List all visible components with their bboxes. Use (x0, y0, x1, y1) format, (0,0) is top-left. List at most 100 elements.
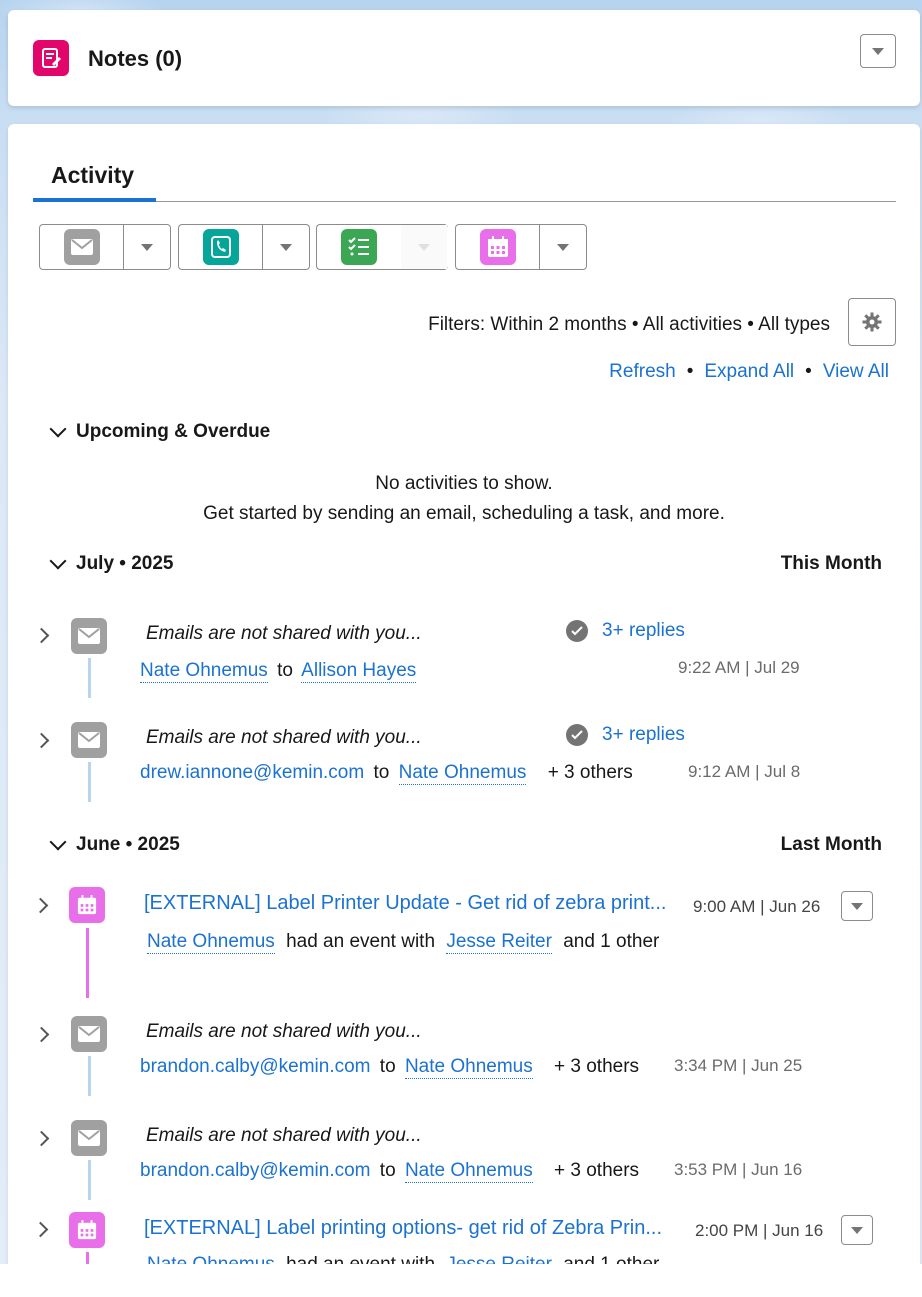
expand-item-button[interactable] (32, 1221, 49, 1238)
log-call-button[interactable] (179, 225, 263, 269)
check-bubble-icon (566, 724, 588, 746)
notes-card: Notes (0) (8, 10, 920, 106)
email-icon (71, 1016, 107, 1052)
call-icon (202, 229, 239, 265)
from-link[interactable]: Nate Ohnemus (140, 660, 268, 683)
expand-item-button[interactable] (33, 1026, 50, 1043)
email-icon (63, 229, 100, 265)
email-subject[interactable]: Emails are not shared with you... (146, 1125, 422, 1147)
owner-link[interactable]: Nate Ohnemus (147, 1254, 275, 1264)
to-word: to (379, 1160, 396, 1181)
expand-item-button[interactable] (33, 732, 50, 749)
event-menu-button[interactable] (841, 1215, 873, 1245)
item-timestamp: 9:12 AM | Jul 8 (688, 762, 801, 781)
attendee-link[interactable]: Jesse Reiter (446, 1254, 552, 1264)
new-event-button[interactable] (456, 225, 540, 269)
others-count[interactable]: + 3 others (554, 1056, 639, 1077)
tab-activity[interactable]: Activity (51, 162, 134, 189)
june-label: June • 2025 (76, 834, 180, 855)
event-verb: had an event with (286, 1254, 435, 1264)
upcoming-label: Upcoming & Overdue (76, 421, 271, 442)
expand-item-button[interactable] (33, 1130, 50, 1147)
new-task-button[interactable] (317, 225, 401, 269)
email-subject[interactable]: Emails are not shared with you... (146, 623, 422, 645)
notes-title: Notes (0) (88, 46, 183, 71)
from-link[interactable]: brandon.calby@kemin.com (140, 1056, 371, 1077)
check-bubble-icon (566, 620, 588, 642)
event-participants: Nate Ohnemus had an event with Jesse Rei… (147, 1254, 659, 1264)
event-menu-button[interactable] (841, 891, 873, 921)
tab-divider (33, 201, 896, 202)
task-icon (341, 229, 377, 265)
event-icon (479, 229, 516, 265)
replies-link[interactable]: 3+ replies (566, 724, 685, 746)
timeline-line (86, 1252, 89, 1264)
expand-all-link[interactable]: Expand All (704, 361, 794, 383)
replies-link[interactable]: 3+ replies (566, 620, 685, 642)
june-section-toggle[interactable]: June • 2025 (48, 833, 180, 856)
email-dropdown-button[interactable] (124, 225, 170, 269)
and-other[interactable]: and 1 other (563, 931, 659, 952)
filter-settings-button[interactable] (848, 298, 896, 346)
chevron-down-icon (851, 902, 863, 910)
chevron-down-icon (49, 833, 67, 851)
to-link[interactable]: Nate Ohnemus (398, 762, 527, 785)
event-title-link[interactable]: [EXTERNAL] Label printing options- get r… (144, 1217, 662, 1240)
view-all-link[interactable]: View All (823, 361, 889, 383)
email-subject[interactable]: Emails are not shared with you... (146, 727, 422, 749)
to-link[interactable]: Nate Ohnemus (404, 1160, 533, 1183)
timeline-line (88, 1056, 91, 1096)
july-section-toggle[interactable]: July • 2025 (48, 552, 174, 575)
event-participants: Nate Ohnemus had an event with Jesse Rei… (147, 931, 659, 954)
chevron-down-icon (280, 243, 292, 251)
email-participants: drew.iannone@kemin.com to Nate Ohnemus +… (140, 762, 633, 785)
email-icon (71, 618, 107, 654)
new-email-button[interactable] (40, 225, 124, 269)
others-count[interactable]: + 3 others (554, 1160, 639, 1181)
item-timestamp: 3:34 PM | Jun 25 (674, 1056, 803, 1075)
july-label: July • 2025 (76, 553, 174, 574)
call-dropdown-button[interactable] (263, 225, 309, 269)
july-relative-label: This Month (780, 553, 882, 574)
email-subject[interactable]: Emails are not shared with you... (146, 1021, 422, 1043)
event-icon (69, 887, 105, 923)
gear-icon (862, 312, 882, 332)
empty-message-line2: Get started by sending an email, schedul… (203, 503, 725, 524)
june-relative-label: Last Month (780, 834, 882, 855)
event-icon (69, 1212, 105, 1248)
expand-item-button[interactable] (32, 897, 49, 914)
notes-menu-button[interactable] (860, 34, 896, 68)
email-participants: brandon.calby@kemin.com to Nate Ohnemus … (140, 1056, 639, 1079)
item-timestamp: 9:00 AM | Jun 26 (693, 897, 821, 916)
to-word: to (373, 762, 390, 783)
email-action-group (39, 224, 171, 270)
event-title-link[interactable]: [EXTERNAL] Label Printer Update - Get ri… (144, 892, 666, 915)
event-verb: had an event with (286, 931, 436, 952)
upcoming-section-toggle[interactable]: Upcoming & Overdue (48, 420, 271, 443)
chevron-down-icon (872, 47, 884, 55)
chevron-down-icon (141, 243, 153, 251)
page-bottom (0, 1264, 922, 1297)
expand-item-button[interactable] (33, 627, 50, 644)
from-link[interactable]: brandon.calby@kemin.com (140, 1160, 371, 1181)
item-timestamp: 3:53 PM | Jun 16 (674, 1160, 803, 1179)
event-dropdown-button[interactable] (540, 225, 586, 269)
to-link[interactable]: Nate Ohnemus (404, 1056, 533, 1079)
others-count[interactable]: + 3 others (548, 762, 633, 783)
attendee-link[interactable]: Jesse Reiter (446, 931, 552, 954)
from-link[interactable]: drew.iannone@kemin.com (140, 762, 364, 783)
timeline-line (88, 1160, 91, 1200)
item-timestamp: 9:22 AM | Jul 29 (678, 658, 800, 677)
empty-message-line1: No activities to show. (375, 473, 553, 494)
task-dropdown-button[interactable] (401, 225, 447, 269)
email-participants: brandon.calby@kemin.com to Nate Ohnemus … (140, 1160, 639, 1183)
to-link[interactable]: Allison Hayes (301, 660, 417, 683)
email-icon (71, 722, 107, 758)
to-word: to (277, 660, 293, 681)
owner-link[interactable]: Nate Ohnemus (147, 931, 275, 954)
link-separator: • (686, 361, 694, 382)
task-action-group (316, 224, 448, 270)
event-action-group (455, 224, 587, 270)
and-other[interactable]: and 1 other (563, 1254, 659, 1264)
refresh-link[interactable]: Refresh (609, 361, 676, 383)
